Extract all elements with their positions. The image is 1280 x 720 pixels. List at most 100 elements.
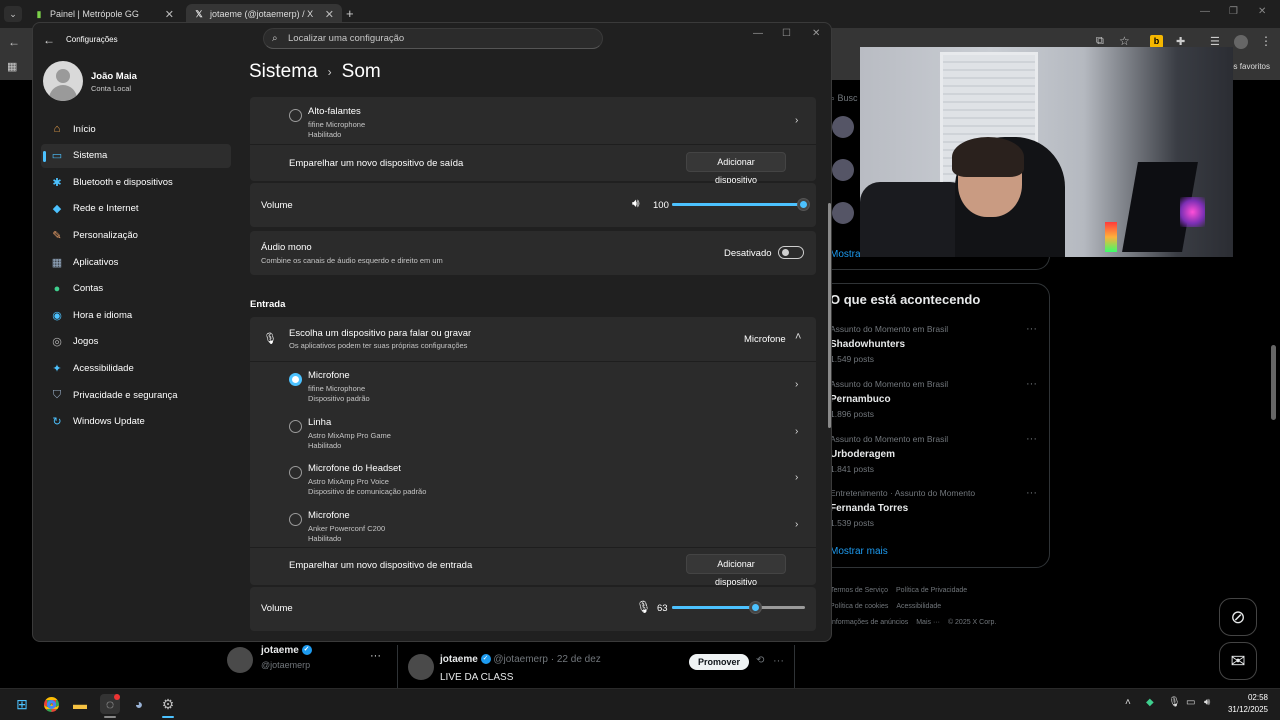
close-tab-icon[interactable]: ✕	[165, 8, 174, 21]
device-status: Dispositivo padrão	[308, 394, 370, 403]
windows-start-icon[interactable]: ⊞	[12, 694, 32, 714]
sidebar-item-accounts[interactable]: ● Contas	[41, 277, 231, 301]
sidebar-item-shield[interactable]: ⛉ Privacidade e segurança	[41, 383, 231, 407]
sidebar-item-accessibility[interactable]: ✦ Acessibilidade	[41, 356, 231, 380]
add-output-device-button[interactable]: Adicionar dispositivo	[686, 152, 786, 185]
speaker-icon[interactable]: 🔊︎	[632, 196, 640, 211]
grok-explain-icon[interactable]: ⟲	[756, 655, 764, 666]
trend-item[interactable]: Entretenimento · Assunto do Momento Fern…	[830, 488, 975, 528]
back-icon[interactable]: ←	[8, 35, 20, 49]
input-device-header[interactable]: 🎙︎ Escolha um dispositivo para falar ou …	[250, 317, 816, 361]
maximize-icon[interactable]: ❐	[1229, 6, 1238, 17]
webcam-chair	[860, 182, 970, 257]
user-avatar[interactable]	[43, 61, 83, 101]
more-options-icon[interactable]: ···	[1026, 487, 1037, 499]
suggestion-avatar[interactable]	[832, 202, 854, 224]
bookmark-star-icon[interactable]: ☆	[1119, 34, 1130, 48]
clock-time[interactable]: 02:58	[1232, 693, 1268, 702]
browser-tab-x[interactable]: 𝕏 jotaeme (@jotaemerp) / X ✕	[186, 4, 342, 24]
profile-avatar[interactable]	[227, 647, 253, 673]
show-more-link[interactable]: Mostrar mais	[830, 546, 888, 557]
tray-app-icon[interactable]: ◆	[1146, 697, 1154, 708]
chevron-up-icon[interactable]: ˄	[795, 331, 801, 343]
input-device-row[interactable]: Microfone fifine Microphone Dispositivo pa…	[250, 363, 816, 409]
network-icon[interactable]: ▭	[1186, 697, 1195, 708]
settings-scrollbar[interactable]	[828, 203, 831, 428]
device-radio[interactable]	[289, 466, 302, 480]
device-radio[interactable]	[289, 419, 302, 433]
minimize-icon[interactable]: —	[753, 28, 763, 39]
output-device-row[interactable]: Alto-falantes fifine Microphone Habilita…	[250, 97, 816, 143]
suggestion-avatar[interactable]	[832, 116, 854, 138]
close-tab-icon[interactable]: ✕	[325, 8, 334, 21]
footer-link[interactable]: Mais ···	[916, 619, 940, 626]
device-radio[interactable]	[289, 373, 302, 386]
close-window-icon[interactable]: ✕	[1258, 6, 1266, 17]
breadcrumb-parent[interactable]: Sistema	[249, 61, 318, 82]
page-scrollbar[interactable]	[1271, 345, 1276, 420]
tray-microphone-icon[interactable]: 🎙︎	[1168, 697, 1181, 708]
profile-avatar[interactable]	[1234, 35, 1248, 49]
sidebar-item-home[interactable]: ⌂ Início	[41, 117, 231, 141]
file-explorer-icon[interactable]: ▬	[70, 694, 90, 714]
mono-audio-toggle[interactable]	[778, 246, 804, 259]
tab-title: Painel | Metrópole GG	[50, 9, 139, 19]
apps-grid-icon[interactable]: ▦	[7, 60, 17, 73]
slider-thumb[interactable]	[750, 602, 762, 613]
x-search-input[interactable]: ⌕ Busc	[830, 93, 858, 104]
footer-link[interactable]: Política de Privacidade	[896, 587, 967, 594]
sidebar-item-system[interactable]: ▭ Sistema	[41, 143, 231, 168]
close-icon[interactable]: ✕	[812, 28, 820, 39]
more-options-icon[interactable]: ···	[1026, 378, 1037, 390]
trend-item[interactable]: Assunto do Momento em Brasil Shadowhunte…	[830, 324, 948, 364]
settings-search-input[interactable]: ⌕ Localizar uma configuração	[263, 28, 603, 49]
minimize-icon[interactable]: —	[1200, 6, 1210, 17]
grok-icon[interactable]: ⊘	[1219, 598, 1257, 636]
volume-icon[interactable]: 🔊︎	[1204, 697, 1210, 708]
sidebar-item-update[interactable]: ↻ Windows Update	[41, 410, 231, 434]
input-volume-slider[interactable]	[672, 602, 805, 614]
chrome-icon[interactable]	[41, 694, 61, 714]
browser-tab-painel[interactable]: ▮ Painel | Metrópole GG ✕	[26, 4, 182, 24]
trend-item[interactable]: Assunto do Momento em Brasil Urboderagem…	[830, 434, 948, 474]
suggestion-avatar[interactable]	[832, 159, 854, 181]
promote-button[interactable]: Promover	[689, 654, 749, 670]
sidebar-item-gamepad[interactable]: ◎ Jogos	[41, 330, 231, 354]
more-options-icon[interactable]: ···	[1026, 323, 1037, 335]
device-radio[interactable]	[289, 512, 302, 526]
more-options-icon[interactable]: ···	[1026, 433, 1037, 445]
input-device-row[interactable]: Linha Astro MixAmp Pro Game Habilitado ›	[250, 410, 816, 456]
footer-link[interactable]: Acessibilidade	[896, 603, 941, 610]
input-device-row[interactable]: Microfone do Headset Astro MixAmp Pro Voi…	[250, 456, 816, 502]
microphone-icon[interactable]: 🎙︎	[636, 600, 651, 614]
menu-icon[interactable]: ⋮	[1260, 34, 1272, 48]
slider-thumb[interactable]	[797, 199, 809, 210]
sidebar-item-brush[interactable]: ✎ Personalização	[41, 223, 231, 247]
sidebar-item-apps[interactable]: ▦ Aplicativos	[41, 250, 231, 274]
messages-icon[interactable]: ✉	[1219, 642, 1257, 680]
more-options-icon[interactable]: ···	[773, 655, 784, 667]
footer-link[interactable]: Informações de anúncios	[830, 619, 908, 626]
input-device-row[interactable]: Microfone Anker Powerconf C200 Habilitado ›	[250, 503, 816, 549]
back-arrow-icon[interactable]: ←	[43, 33, 55, 47]
new-tab-icon[interactable]: +	[346, 6, 354, 21]
sidebar-item-bluetooth[interactable]: ✱ Bluetooth e dispositivos	[41, 170, 231, 194]
device-radio[interactable]	[289, 109, 302, 122]
tray-overflow-icon[interactable]: ˄	[1125, 697, 1131, 708]
trend-item[interactable]: Assunto do Momento em Brasil Pernambuco …	[830, 379, 948, 419]
footer-link[interactable]: Termos de Serviço	[830, 587, 888, 594]
tweet-avatar[interactable]	[408, 654, 434, 680]
tweet-text: LIVE DA CLASS	[440, 672, 514, 683]
output-volume-slider[interactable]	[672, 199, 809, 211]
clock-date[interactable]: 31/12/2025	[1222, 705, 1268, 714]
all-favorites-link[interactable]: os favoritos	[1229, 62, 1270, 71]
maximize-icon[interactable]: ☐	[782, 28, 791, 39]
more-options-icon[interactable]: ···	[370, 650, 381, 662]
footer-link[interactable]: Política de cookies	[830, 603, 888, 610]
sidebar-item-globe[interactable]: ◉ Hora e idioma	[41, 303, 231, 327]
sidebar-item-wifi[interactable]: ◆ Rede e Internet	[41, 197, 231, 221]
settings-gear-icon[interactable]: ⚙	[158, 694, 178, 714]
steam-icon[interactable]: ◕	[129, 694, 149, 714]
tab-search-button[interactable]: ⌄	[4, 6, 22, 22]
add-input-device-button[interactable]: Adicionar dispositivo	[686, 554, 786, 587]
